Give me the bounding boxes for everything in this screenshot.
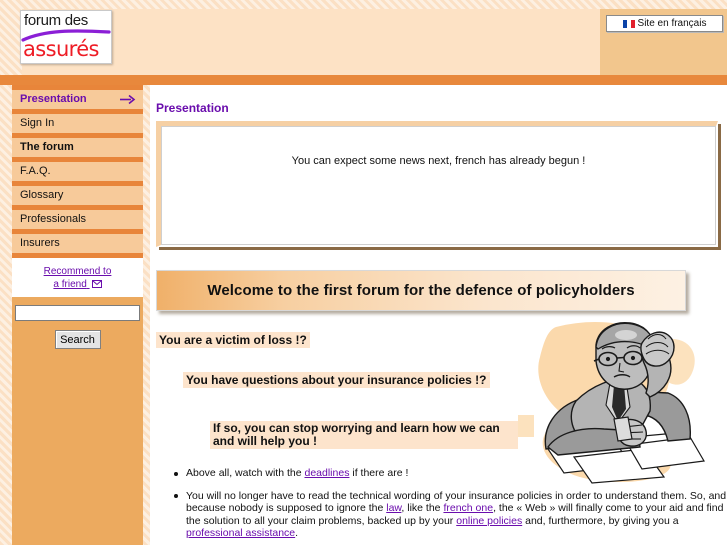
sidebar-item-insurers[interactable]: Insurers [12,234,143,253]
recommend-line-1[interactable]: Recommend to [44,265,112,278]
sidebar-item-the-forum[interactable]: The forum [12,138,143,157]
language-switch-button[interactable]: Site en français [606,15,723,32]
bullet-text: if there are ! [349,467,409,479]
bullet-list: Above all, watch with the deadlines if t… [164,467,727,545]
french-flag-icon [622,19,635,28]
bullet-text: , like the [401,502,444,514]
sidebar-item-label: Insurers [20,237,60,249]
search-button[interactable]: Search [54,330,101,349]
page-title: Presentation [156,101,229,115]
headline-questions-about-policies: You have questions about your insurance … [183,372,490,388]
welcome-banner: Welcome to the first forum for the defen… [156,270,686,311]
recommend-line-2[interactable]: a friend [53,278,102,291]
sidebar-item-glossary[interactable]: Glossary [12,186,143,205]
headline-stop-worrying: If so, you can stop worrying and learn h… [210,421,518,449]
sidebar-item-professionals[interactable]: Professionals [12,210,143,229]
language-switch-label: Site en français [637,17,707,29]
page-root: forum des assurés Site en français Prese… [0,0,727,545]
recommend-line-2-label: a friend [53,278,87,290]
link-law[interactable]: law [386,502,401,514]
sidebar-item-label: F.A.Q. [20,165,51,177]
sidebar-item-label: The forum [20,141,74,153]
news-panel-inner: You can expect some news next, french ha… [161,126,716,245]
bullet-text: and, furthermore, by giving you a [522,514,679,527]
logo-line-2: assurés [23,37,100,61]
header-divider [0,75,727,85]
search-input[interactable] [15,305,140,321]
headline-victim-of-loss: You are a victim of loss !? [156,332,310,348]
sidebar-item-label: Glossary [20,189,64,201]
bullet-item-deadlines: Above all, watch with the deadlines if t… [174,467,516,480]
welcome-banner-text: Welcome to the first forum for the defen… [207,282,635,299]
news-text: You can expect some news next, french ha… [291,155,586,167]
logo-line-1: forum des [24,12,88,29]
site-header: forum des assurés Site en français [0,0,727,85]
sidebar-item-presentation[interactable]: Presentation [12,90,143,109]
sidebar: Presentation Sign In The forum F.A.Q. Gl [0,85,150,545]
bullet-item-technical-wording: You will no longer have to read the tech… [174,490,727,540]
sidebar-item-sign-in[interactable]: Sign In [12,114,143,133]
sidebar-panel: Presentation Sign In The forum F.A.Q. Gl [12,85,143,545]
link-deadlines[interactable]: deadlines [304,467,349,479]
sidebar-item-label: Presentation [20,93,87,105]
sidebar-item-faq[interactable]: F.A.Q. [12,162,143,181]
bullet-text: . [295,527,299,539]
sidebar-item-label: Professionals [20,213,87,225]
bullet-text: Above all, watch with the [186,467,305,479]
sidebar-item-label: Sign In [20,117,55,129]
sidebar-search: Search [12,297,143,349]
worried-person-with-papers-illustration [518,321,705,484]
envelope-icon [91,279,102,288]
site-logo[interactable]: forum des assurés [20,10,112,64]
link-online-policies[interactable]: online policies [456,515,522,527]
arrow-right-icon [120,94,136,105]
news-panel: You can expect some news next, french ha… [156,121,718,247]
recommend-to-a-friend[interactable]: Recommend to a friend [12,258,143,297]
link-french-one[interactable]: french one [443,502,493,514]
main-content: Presentation You can expect some news ne… [150,85,727,545]
link-professional-assistance[interactable]: professional assistance [186,527,295,539]
